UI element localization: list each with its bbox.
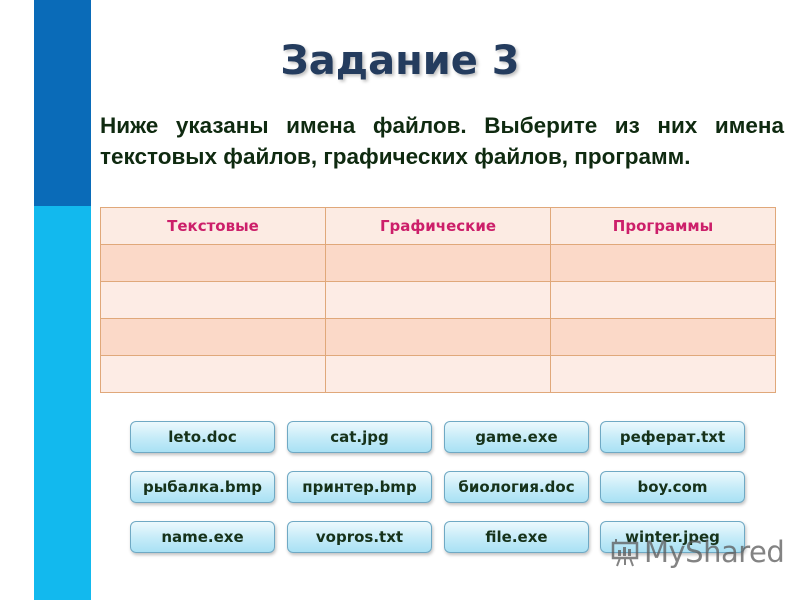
- file-chip[interactable]: cat.jpg: [287, 421, 432, 453]
- table-header-row: Текстовые Графические Программы: [100, 207, 776, 245]
- column-header-graphic-files: Графические: [325, 207, 551, 245]
- slide-title: Задание 3: [0, 38, 800, 84]
- file-chip[interactable]: file.exe: [444, 521, 589, 553]
- file-chip[interactable]: boy.com: [600, 471, 745, 503]
- table-cell[interactable]: [550, 355, 776, 393]
- file-chip[interactable]: биология.doc: [444, 471, 589, 503]
- table-row: [100, 355, 776, 393]
- slide: Задание 3 Ниже указаны имена файлов. Выб…: [0, 0, 800, 600]
- table-cell[interactable]: [325, 318, 551, 356]
- file-chip[interactable]: name.exe: [130, 521, 275, 553]
- column-header-programs: Программы: [550, 207, 776, 245]
- watermark: MyShared: [610, 535, 785, 569]
- file-chip[interactable]: принтер.bmp: [287, 471, 432, 503]
- table-cell[interactable]: [550, 281, 776, 319]
- answer-table: Текстовые Графические Программы: [100, 207, 776, 393]
- table-cell[interactable]: [325, 244, 551, 282]
- table-cell[interactable]: [550, 318, 776, 356]
- file-chip[interactable]: vopros.txt: [287, 521, 432, 553]
- file-chip[interactable]: game.exe: [444, 421, 589, 453]
- file-chip[interactable]: реферат.txt: [600, 421, 745, 453]
- table-cell[interactable]: [100, 318, 326, 356]
- decorative-stripe-light: [34, 206, 91, 600]
- table-cell[interactable]: [100, 244, 326, 282]
- table-cell[interactable]: [550, 244, 776, 282]
- table-row: [100, 244, 776, 282]
- table-cell[interactable]: [325, 355, 551, 393]
- presentation-board-icon: [611, 539, 639, 567]
- table-row: [100, 281, 776, 319]
- file-chip[interactable]: рыбалка.bmp: [130, 471, 275, 503]
- table-cell[interactable]: [100, 355, 326, 393]
- task-instructions: Ниже указаны имена файлов. Выберите из н…: [100, 113, 784, 169]
- watermark-text: MyShared: [644, 535, 785, 569]
- file-chip[interactable]: leto.doc: [130, 421, 275, 453]
- slide-title-text: Задание 3: [280, 38, 520, 84]
- table-cell[interactable]: [100, 281, 326, 319]
- decorative-stripe-dark: [34, 0, 91, 206]
- table-cell[interactable]: [325, 281, 551, 319]
- column-header-text-files: Текстовые: [100, 207, 326, 245]
- table-row: [100, 318, 776, 356]
